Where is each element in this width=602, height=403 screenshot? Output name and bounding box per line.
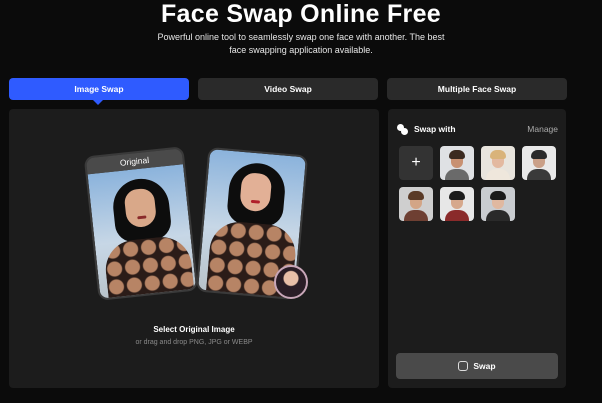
upload-area[interactable]: Original Select Original Image or drag a… bbox=[9, 109, 379, 388]
faces-icon bbox=[397, 123, 409, 135]
swap-face-avatar bbox=[274, 265, 308, 299]
face-thumb-1[interactable] bbox=[440, 146, 474, 180]
tab-multiple-face-swap[interactable]: Multiple Face Swap bbox=[387, 78, 567, 100]
page-subtitle: Powerful online tool to seamlessly swap … bbox=[0, 31, 602, 57]
select-original-image-label[interactable]: Select Original Image bbox=[9, 325, 379, 334]
swap-button[interactable]: Swap bbox=[396, 353, 558, 379]
swap-with-panel: Swap with Manage + Swap bbox=[388, 109, 566, 388]
subtitle-line-1: Powerful online tool to seamlessly swap … bbox=[157, 32, 445, 42]
active-tab-indicator bbox=[93, 100, 103, 105]
manage-link[interactable]: Manage bbox=[527, 124, 558, 134]
upload-format-hint: or drag and drop PNG, JPG or WEBP bbox=[135, 339, 253, 346]
tab-video-swap[interactable]: Video Swap bbox=[198, 78, 378, 100]
swap-button-label: Swap bbox=[473, 361, 496, 371]
face-thumb-2[interactable] bbox=[481, 146, 515, 180]
subtitle-line-2: face swapping application available. bbox=[229, 45, 373, 55]
plus-icon: + bbox=[411, 154, 421, 171]
face-thumb-6[interactable] bbox=[481, 187, 515, 221]
mode-tabs: Image Swap Video Swap Multiple Face Swap bbox=[9, 78, 567, 100]
face-thumb-5[interactable] bbox=[440, 187, 474, 221]
tab-image-swap[interactable]: Image Swap bbox=[9, 78, 189, 100]
face-thumb-4[interactable] bbox=[399, 187, 433, 221]
swap-icon bbox=[458, 361, 469, 371]
face-thumb-3[interactable] bbox=[522, 146, 556, 180]
swap-with-header: Swap with bbox=[397, 123, 456, 135]
swap-with-title: Swap with bbox=[414, 124, 456, 134]
original-photo bbox=[87, 164, 197, 301]
original-preview-card: Original bbox=[83, 146, 199, 301]
page-title: Face Swap Online Free bbox=[160, 0, 441, 28]
add-face-button[interactable]: + bbox=[399, 146, 433, 180]
